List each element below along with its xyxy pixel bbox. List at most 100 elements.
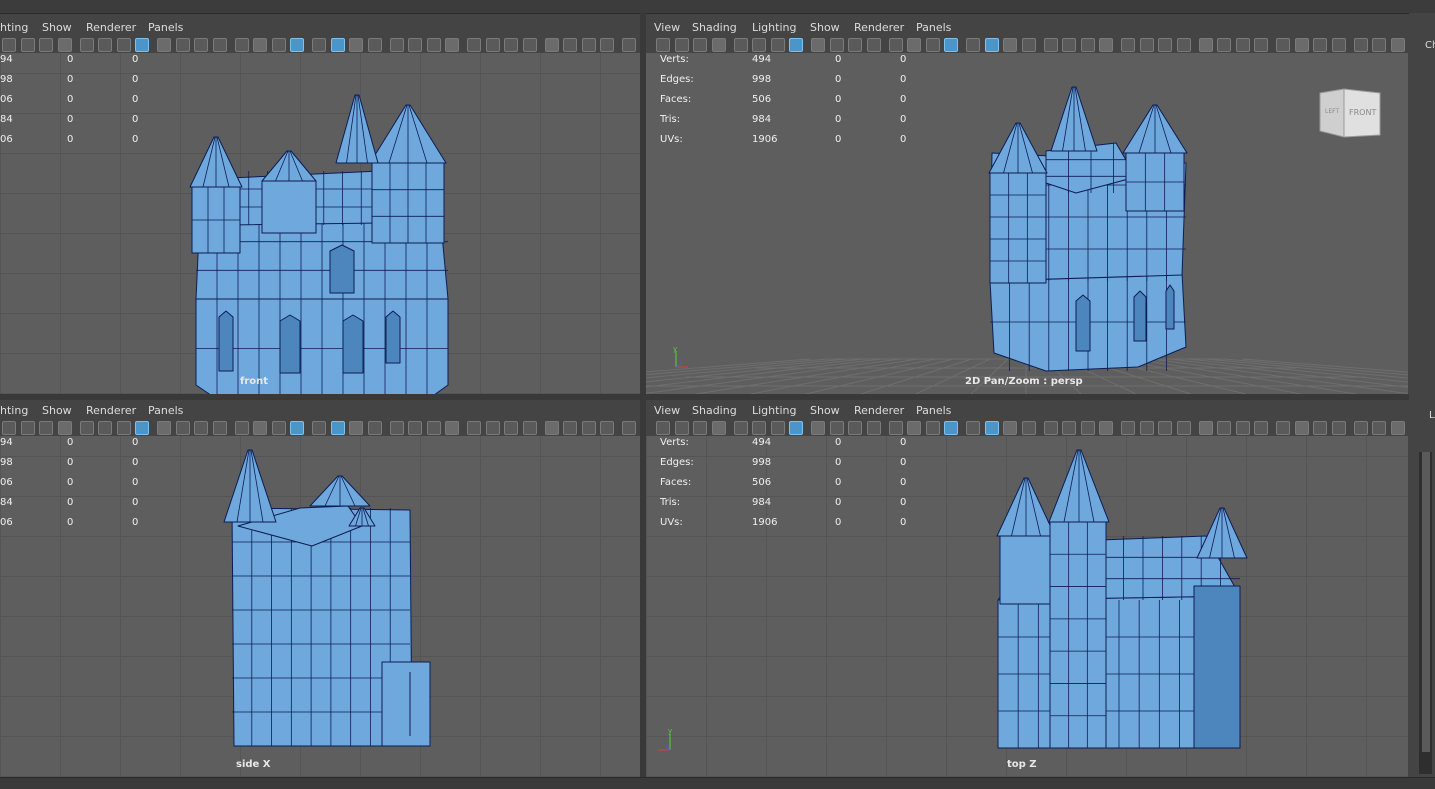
grid-icon[interactable] — [79, 421, 94, 435]
safe-action-icon[interactable] — [829, 421, 844, 435]
isolate-icon[interactable] — [408, 38, 422, 52]
select-camera-icon[interactable] — [1198, 38, 1213, 52]
panel-persp[interactable]: View Shading Lighting Show Renderer Pane… — [646, 17, 1408, 394]
castle-mesh[interactable] — [0, 53, 640, 394]
field-chart-icon[interactable] — [157, 421, 171, 435]
menu-renderer[interactable]: Renderer — [86, 404, 136, 417]
lights-icon[interactable] — [290, 421, 304, 435]
safe-action-icon[interactable] — [1372, 38, 1386, 52]
depth-of-field-icon[interactable] — [389, 38, 404, 52]
xray-joints-icon[interactable] — [1099, 38, 1113, 52]
image-plane-icon[interactable] — [1254, 38, 1268, 52]
resolution-gate-icon[interactable] — [770, 38, 785, 52]
ambient-occlusion-icon[interactable] — [330, 38, 345, 52]
lock-camera-icon[interactable] — [1217, 38, 1231, 52]
motion-blur-icon[interactable] — [1003, 421, 1017, 435]
field-chart-icon[interactable] — [157, 38, 171, 52]
film-gate-icon[interactable] — [98, 421, 112, 435]
gate-mask-icon[interactable] — [135, 421, 149, 435]
image-plane-icon[interactable] — [600, 421, 614, 435]
safe-action-icon[interactable] — [175, 38, 190, 52]
panel-side[interactable]: hting Show Renderer Panels 94 0 0 98 0 0 06 0 0 8… — [0, 400, 640, 777]
layer-editor-tab[interactable]: La — [1429, 410, 1435, 421]
menu-renderer[interactable]: Renderer — [854, 404, 904, 417]
depth-of-field-icon[interactable] — [1043, 38, 1058, 52]
camera-attributes-icon[interactable] — [1176, 421, 1191, 435]
gate-mask-icon[interactable] — [1331, 38, 1346, 52]
smooth-shade-icon[interactable] — [866, 38, 881, 52]
lock-camera-icon[interactable] — [563, 38, 577, 52]
select-camera-icon[interactable] — [656, 38, 670, 52]
select-camera-icon[interactable] — [2, 38, 16, 52]
shade-all-icon[interactable] — [888, 421, 903, 435]
shadows-icon[interactable] — [312, 38, 326, 52]
xray-joints-icon[interactable] — [445, 38, 459, 52]
image-plane-icon[interactable] — [711, 38, 726, 52]
shade-all-icon[interactable] — [234, 38, 249, 52]
wireframe-icon[interactable] — [848, 38, 862, 52]
wireframe-icon[interactable] — [848, 421, 862, 435]
wireframe-icon[interactable] — [194, 421, 208, 435]
menu-lighting[interactable]: Lighting — [752, 21, 796, 34]
film-gate-icon[interactable] — [1294, 421, 1309, 435]
resolution-gate-icon[interactable] — [770, 421, 785, 435]
bookmark-icon[interactable] — [1235, 421, 1250, 435]
resolution-icon[interactable] — [1158, 38, 1172, 52]
menu-panels[interactable]: Panels — [916, 404, 951, 417]
film-gate-icon[interactable] — [1294, 38, 1309, 52]
camera-attributes-icon[interactable] — [522, 421, 537, 435]
ambient-occlusion-icon[interactable] — [330, 421, 345, 435]
image-plane-icon[interactable] — [600, 38, 614, 52]
image-plane-icon[interactable] — [57, 421, 72, 435]
safe-action-icon[interactable] — [829, 38, 844, 52]
menu-shading[interactable]: Shading — [692, 404, 737, 417]
menu-lighting[interactable]: Lighting — [752, 404, 796, 417]
motion-blur-icon[interactable] — [349, 38, 363, 52]
lock-camera-icon[interactable] — [20, 38, 35, 52]
lock-camera-icon[interactable] — [20, 421, 35, 435]
bookmark-icon[interactable] — [39, 38, 53, 52]
select-camera-icon[interactable] — [544, 421, 559, 435]
multisample-icon[interactable] — [367, 38, 382, 52]
menu-lighting[interactable]: hting — [0, 21, 28, 34]
backface-icon[interactable] — [467, 38, 481, 52]
lock-camera-icon[interactable] — [674, 421, 689, 435]
lock-camera-icon[interactable] — [1217, 421, 1231, 435]
panel-top[interactable]: View Shading Lighting Show Renderer Pane… — [646, 400, 1408, 777]
castle-mesh[interactable] — [0, 436, 640, 777]
ambient-occlusion-icon[interactable] — [984, 38, 999, 52]
select-camera-icon[interactable] — [2, 421, 16, 435]
shade-all-icon[interactable] — [234, 421, 249, 435]
isolate-icon[interactable] — [1062, 38, 1076, 52]
bookmark-icon[interactable] — [693, 38, 707, 52]
shadows-icon[interactable] — [966, 38, 980, 52]
shade-all-icon[interactable] — [888, 38, 903, 52]
isolate-icon[interactable] — [408, 421, 422, 435]
shadows-icon[interactable] — [312, 421, 326, 435]
menu-lighting[interactable]: hting — [0, 404, 28, 417]
layout-icon[interactable] — [485, 421, 500, 435]
lights-icon[interactable] — [290, 38, 304, 52]
bookmark-icon[interactable] — [39, 421, 53, 435]
select-camera-icon[interactable] — [656, 421, 670, 435]
grid-icon[interactable] — [733, 38, 748, 52]
backface-icon[interactable] — [1121, 38, 1135, 52]
panel-front[interactable]: hting Show Renderer Panels 94 0 0 98 0 0 06 0 0 8… — [0, 17, 640, 394]
motion-blur-icon[interactable] — [1003, 38, 1017, 52]
field-chart-icon[interactable] — [811, 421, 825, 435]
camera-attributes-icon[interactable] — [522, 38, 537, 52]
grid-icon[interactable] — [622, 421, 636, 435]
depth-of-field-icon[interactable] — [389, 421, 404, 435]
multisample-icon[interactable] — [1021, 38, 1036, 52]
camera-attributes-icon[interactable] — [1176, 38, 1191, 52]
smooth-shade-icon[interactable] — [212, 421, 227, 435]
select-camera-icon[interactable] — [1198, 421, 1213, 435]
grid-icon[interactable] — [79, 38, 94, 52]
resolution-gate-icon[interactable] — [116, 38, 131, 52]
image-plane-icon[interactable] — [1254, 421, 1268, 435]
depth-of-field-icon[interactable] — [1043, 421, 1058, 435]
image-plane-icon[interactable] — [711, 421, 726, 435]
grid-icon[interactable] — [622, 38, 636, 52]
menu-show[interactable]: Show — [810, 21, 840, 34]
gate-mask-icon[interactable] — [135, 38, 149, 52]
